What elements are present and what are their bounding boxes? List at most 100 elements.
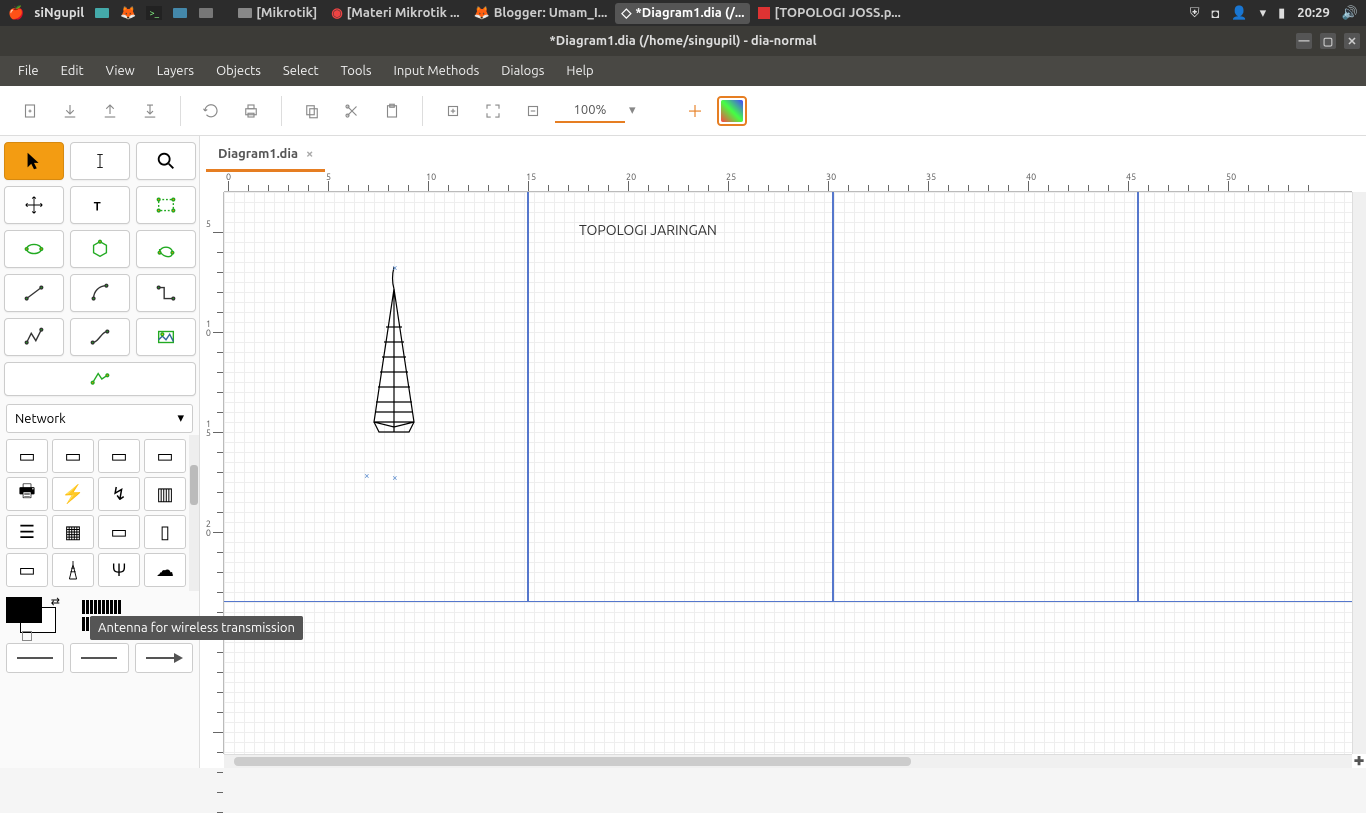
shape-patch-icon[interactable]: ▦ xyxy=(52,515,94,549)
shape-cloud-icon[interactable]: ☁ xyxy=(144,553,186,587)
shape-bolt-icon[interactable]: ⚡ xyxy=(52,477,94,511)
menu-view[interactable]: View xyxy=(96,59,145,83)
tool-text-cursor[interactable] xyxy=(70,142,130,180)
taskbar-app[interactable]: ◉[Materi Mikrotik ... xyxy=(325,3,465,24)
taskbar-app[interactable]: 🦊Blogger: Umam_I... xyxy=(468,3,614,24)
shape-router-icon[interactable]: ▭ xyxy=(98,515,140,549)
shape-antenna-icon[interactable] xyxy=(52,553,94,587)
add-page-button[interactable]: ✚ xyxy=(1352,754,1366,768)
tab-close-icon[interactable]: × xyxy=(306,147,313,161)
shape-item[interactable]: ▭ xyxy=(144,439,186,473)
menu-file[interactable]: File xyxy=(8,59,49,83)
canvas-title-text[interactable]: TOPOLOGI JARINGAN xyxy=(579,222,717,238)
document-tab[interactable]: Diagram1.dia × xyxy=(206,139,325,172)
tool-bezier[interactable] xyxy=(70,318,130,356)
print-button[interactable] xyxy=(233,93,269,129)
taskbar-app[interactable]: [Mikrotik] xyxy=(232,3,323,23)
tool-magnify[interactable] xyxy=(136,142,196,180)
zoom-dropdown-icon[interactable]: ▾ xyxy=(629,103,649,118)
antenna-shape[interactable] xyxy=(364,267,424,437)
tool-pointer[interactable] xyxy=(4,142,64,180)
colors-button[interactable] xyxy=(717,96,747,126)
menu-select[interactable]: Select xyxy=(273,59,329,83)
zoom-out-button[interactable] xyxy=(515,93,551,129)
handle-marker: × xyxy=(392,262,398,273)
ruler-vertical: 5101520 xyxy=(200,192,224,754)
taskbar-app[interactable]: ◇*Diagram1.dia (/... xyxy=(615,3,750,24)
shape-category-select[interactable]: Network ▾ xyxy=(6,404,193,433)
tool-ellipse[interactable] xyxy=(4,230,64,268)
scrollbar-vertical[interactable] xyxy=(1352,192,1366,754)
snap-button[interactable] xyxy=(677,93,713,129)
shape-modem-icon[interactable]: ▭ xyxy=(6,553,48,587)
tool-polygon[interactable] xyxy=(70,230,130,268)
tool-text[interactable]: T xyxy=(70,186,130,224)
scrollbar-horizontal[interactable] xyxy=(224,754,1352,768)
launcher-icon-1[interactable] xyxy=(94,5,110,21)
open-button[interactable] xyxy=(52,93,88,129)
menu-layers[interactable]: Layers xyxy=(147,59,204,83)
close-button[interactable]: ✕ xyxy=(1344,33,1360,49)
dropdown-icon: ▾ xyxy=(177,411,184,426)
tool-outline[interactable] xyxy=(4,362,196,396)
undo-button[interactable] xyxy=(193,93,229,129)
tool-zigzag[interactable] xyxy=(136,274,196,312)
tool-line[interactable] xyxy=(4,274,64,312)
menu-help[interactable]: Help xyxy=(556,59,603,83)
taskbar-app[interactable]: [TOPOLOGI JOSS.p... xyxy=(752,3,906,23)
menu-edit[interactable]: Edit xyxy=(51,59,94,83)
launcher-icon-files[interactable] xyxy=(172,5,188,21)
tool-polyline[interactable] xyxy=(4,318,64,356)
battery-icon[interactable]: ▮ xyxy=(1278,6,1285,21)
tab-label: Diagram1.dia xyxy=(218,147,298,161)
tool-arc[interactable] xyxy=(70,274,130,312)
toolbar: 100% ▾ xyxy=(0,86,1366,136)
user-icon[interactable]: 👤 xyxy=(1231,6,1247,21)
menu-objects[interactable]: Objects xyxy=(206,59,271,83)
shape-scrollbar[interactable] xyxy=(189,435,199,591)
volume-icon[interactable]: 🔊 xyxy=(1342,6,1358,21)
line-end-style[interactable] xyxy=(135,643,193,673)
launcher-icon-app[interactable] xyxy=(198,5,214,21)
line-mid-style[interactable] xyxy=(70,643,128,673)
shield-icon[interactable]: ⛨ xyxy=(1190,6,1200,21)
tool-box[interactable] xyxy=(136,186,196,224)
shape-unit-icon[interactable]: ▯ xyxy=(144,515,186,549)
maximize-button[interactable]: ▢ xyxy=(1320,33,1336,49)
shape-item[interactable]: ▭ xyxy=(98,439,140,473)
zoom-level[interactable]: 100% xyxy=(555,99,625,123)
window-title: *Diagram1.dia (/home/singupil) - dia-nor… xyxy=(549,34,816,48)
menu-input-methods[interactable]: Input Methods xyxy=(384,59,490,83)
tool-move[interactable] xyxy=(4,186,64,224)
menu-tools[interactable]: Tools xyxy=(331,59,382,83)
handle-marker: × xyxy=(392,472,398,483)
username: siNgupil xyxy=(34,6,84,20)
menu-dialogs[interactable]: Dialogs xyxy=(491,59,554,83)
color-swatch[interactable]: ⇄ xyxy=(6,597,56,633)
shape-switch-icon[interactable]: ☰ xyxy=(6,515,48,549)
minimize-button[interactable]: — xyxy=(1296,33,1312,49)
launcher-icon-firefox[interactable]: 🦊 xyxy=(120,5,136,21)
save-button[interactable] xyxy=(92,93,128,129)
tool-image[interactable] xyxy=(136,318,196,356)
new-button[interactable] xyxy=(12,93,48,129)
export-button[interactable] xyxy=(132,93,168,129)
shape-plug-icon[interactable]: Ψ xyxy=(98,553,140,587)
shape-hub-icon[interactable]: ▥ xyxy=(144,477,186,511)
drawing-canvas[interactable]: TOPOLOGI JARINGAN xyxy=(224,192,1352,754)
zoom-in-button[interactable] xyxy=(435,93,471,129)
shape-item[interactable]: ▭ xyxy=(52,439,94,473)
shape-printer-icon[interactable]: 🖶 xyxy=(6,477,48,511)
copy-button[interactable] xyxy=(294,93,330,129)
shape-bolt2-icon[interactable]: ↯ xyxy=(98,477,140,511)
launcher-icon-terminal[interactable]: >_ xyxy=(146,6,162,20)
wifi-icon[interactable]: ▾ xyxy=(1260,6,1267,21)
tool-beziergon[interactable] xyxy=(136,230,196,268)
zoom-fit-button[interactable] xyxy=(475,93,511,129)
line-start-style[interactable] xyxy=(6,643,64,673)
clock[interactable]: 20:29 xyxy=(1297,6,1330,20)
shape-item[interactable]: ▭ xyxy=(6,439,48,473)
paste-button[interactable] xyxy=(374,93,410,129)
cut-button[interactable] xyxy=(334,93,370,129)
tray-icon[interactable]: ◘ xyxy=(1212,6,1220,21)
